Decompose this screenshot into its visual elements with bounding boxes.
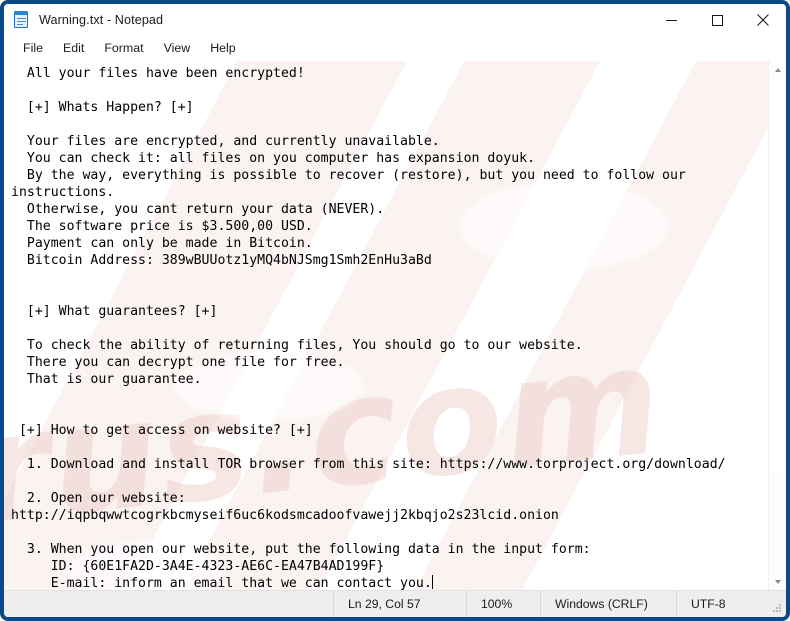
vertical-scrollbar[interactable] [768,61,786,590]
menu-item-view[interactable]: View [154,38,201,59]
title-bar-left: Warning.txt - Notepad [4,11,163,29]
status-encoding[interactable]: UTF-8 [676,591,786,617]
menu-bar: File Edit Format View Help [4,36,786,61]
close-button[interactable] [740,4,786,36]
scrollbar-thumb[interactable] [772,78,783,473]
resize-grip-icon[interactable] [771,602,783,614]
status-bar-spacer [4,591,333,617]
status-cursor-position[interactable]: Ln 29, Col 57 [333,591,466,617]
window-controls [648,4,786,36]
scroll-down-icon[interactable] [769,573,786,590]
menu-item-file[interactable]: File [13,38,53,59]
text-caret [431,575,433,589]
scrollbar-track[interactable] [769,78,786,573]
menu-item-help[interactable]: Help [200,38,245,59]
status-bar: Ln 29, Col 57 100% Windows (CRLF) UTF-8 [4,590,786,617]
notepad-window: Warning.txt - Notepad File Edit Format V… [0,0,790,621]
maximize-button[interactable] [694,4,740,36]
menu-item-format[interactable]: Format [94,38,153,59]
minimize-button[interactable] [648,4,694,36]
title-bar: Warning.txt - Notepad [4,4,786,36]
close-icon [757,14,769,26]
status-zoom-level[interactable]: 100% [466,591,540,617]
maximize-icon [711,14,723,26]
editor-area: rus.com All your files have been encrypt… [4,61,786,590]
notepad-icon [13,11,30,29]
note-text: All your files have been encrypted! [+] … [11,66,726,590]
minimize-icon [665,19,677,21]
menu-item-edit[interactable]: Edit [53,38,94,59]
status-line-ending[interactable]: Windows (CRLF) [540,591,676,617]
window-title: Warning.txt - Notepad [39,13,164,27]
scroll-up-icon[interactable] [769,61,786,78]
text-content[interactable]: All your files have been encrypted! [+] … [4,61,768,590]
